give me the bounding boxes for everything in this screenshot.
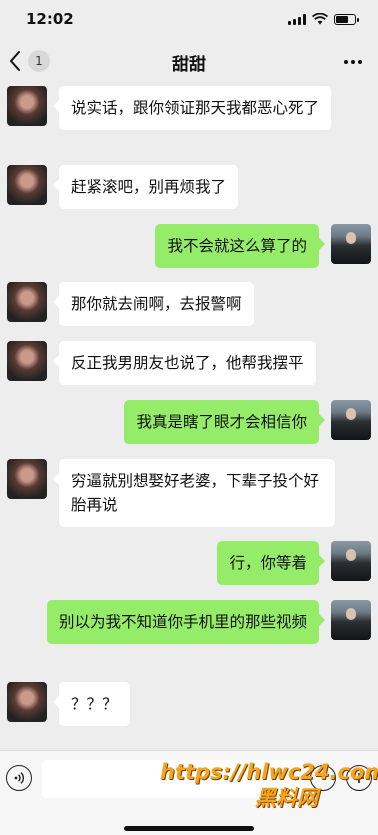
- plus-button[interactable]: [346, 765, 372, 791]
- home-indicator[interactable]: [124, 826, 254, 831]
- nav-bar: 1 甜甜: [0, 38, 378, 86]
- contact-avatar[interactable]: [7, 86, 47, 126]
- status-time: 12:02: [26, 10, 74, 28]
- my-avatar[interactable]: [331, 224, 371, 264]
- received-bubble[interactable]: ？？？: [53, 682, 130, 726]
- voice-icon: [14, 772, 25, 784]
- status-icons: [288, 13, 359, 25]
- back-button[interactable]: 1: [8, 50, 50, 72]
- contact-avatar[interactable]: [7, 341, 47, 381]
- message-row: 行，你等着: [217, 541, 371, 585]
- battery-icon: [334, 13, 359, 25]
- received-bubble[interactable]: 那你就去闹啊，去报警啊: [53, 282, 254, 326]
- message-row: 那你就去闹啊，去报警啊: [7, 282, 254, 326]
- received-bubble[interactable]: 穷逼就别想娶好老婆，下辈子投个好胎再说: [53, 459, 335, 527]
- unread-badge: 1: [28, 50, 50, 72]
- sent-bubble[interactable]: 别以为我不知道你手机里的那些视频: [46, 600, 326, 644]
- message-row: 我不会就这么算了的: [155, 224, 371, 268]
- message-row: ？？？: [7, 682, 130, 726]
- message-row: 穷逼就别想娶好老婆，下辈子投个好胎再说: [7, 459, 335, 527]
- sent-bubble[interactable]: 行，你等着: [217, 541, 325, 585]
- my-avatar[interactable]: [331, 600, 371, 640]
- received-bubble[interactable]: 反正我男朋友也说了，他帮我摆平: [53, 341, 316, 385]
- my-avatar[interactable]: [331, 400, 371, 440]
- emoji-icon[interactable]: [310, 765, 336, 791]
- contact-avatar[interactable]: [7, 459, 47, 499]
- status-bar: 12:02: [0, 0, 378, 38]
- contact-avatar[interactable]: [7, 165, 47, 205]
- voice-button[interactable]: [6, 765, 32, 791]
- received-bubble[interactable]: 说实话，跟你领证那天我都恶心死了: [52, 86, 332, 130]
- contact-avatar[interactable]: [7, 682, 47, 722]
- back-chevron-icon: [10, 51, 20, 71]
- plus-icon: [354, 773, 364, 783]
- my-avatar[interactable]: [331, 541, 371, 581]
- sent-bubble[interactable]: 我真是瞎了眼才会相信你: [124, 400, 325, 444]
- chat-area[interactable]: 说实话，跟你领证那天我都恶心死了 赶紧滚吧，别再烦我了 我不会就这么算了的 那你…: [0, 86, 378, 750]
- sent-bubble[interactable]: 我不会就这么算了的: [155, 224, 325, 268]
- chat-title: 甜甜: [172, 54, 206, 75]
- message-row: 我真是瞎了眼才会相信你: [124, 400, 371, 444]
- message-row: 说实话，跟你领证那天我都恶心死了: [7, 86, 332, 130]
- received-bubble[interactable]: 赶紧滚吧，别再烦我了: [52, 165, 239, 209]
- message-row: 反正我男朋友也说了，他帮我摆平: [7, 341, 316, 385]
- contact-avatar[interactable]: [7, 282, 47, 322]
- signal-icon: [288, 13, 306, 25]
- more-icon[interactable]: [342, 52, 364, 72]
- input-bar: [0, 750, 378, 835]
- message-row: 赶紧滚吧，别再烦我了: [7, 165, 239, 209]
- wifi-icon: [312, 13, 328, 25]
- message-row: 别以为我不知道你手机里的那些视频: [46, 600, 371, 644]
- message-input[interactable]: [42, 760, 304, 798]
